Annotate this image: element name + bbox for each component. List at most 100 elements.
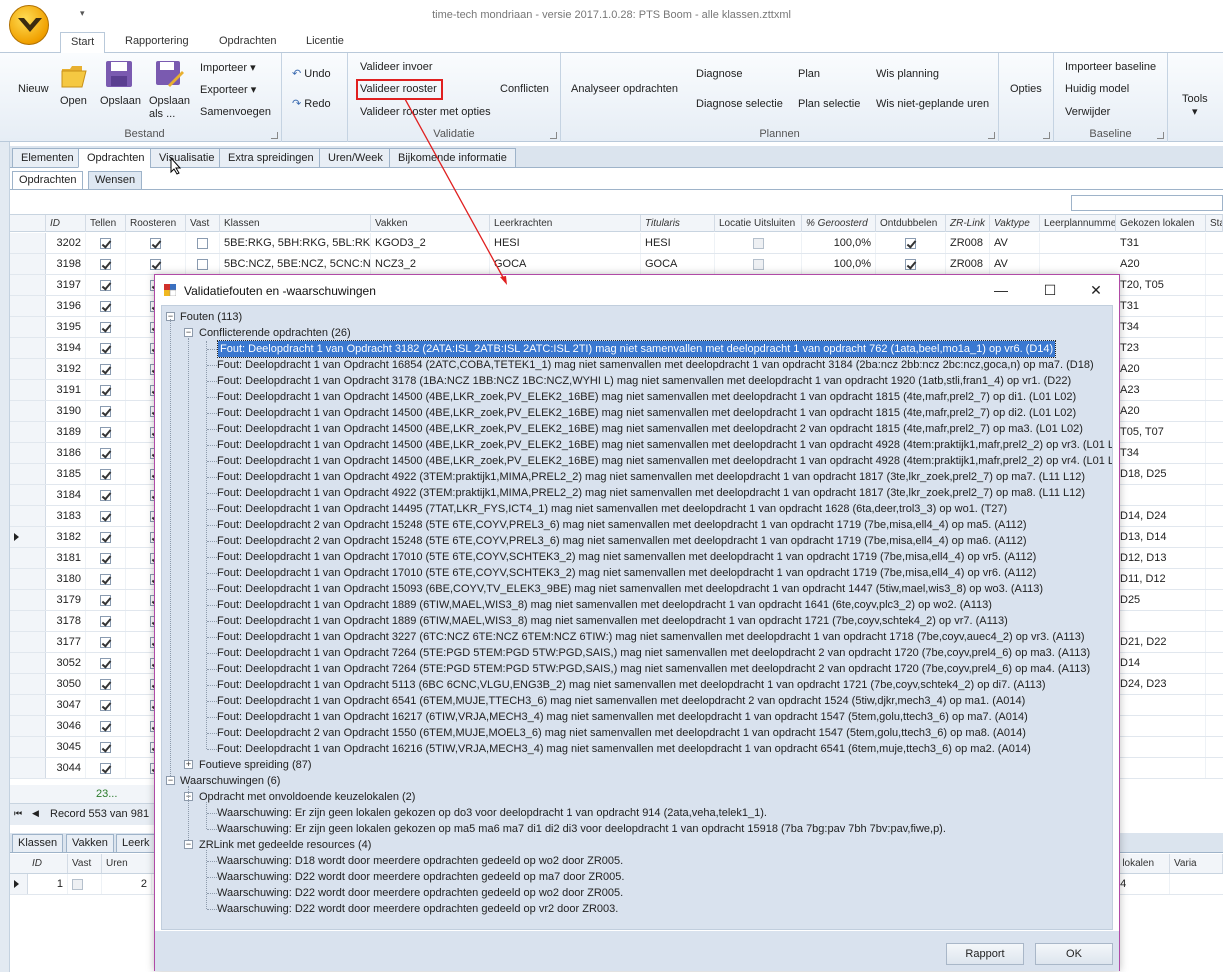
bottom-header-uren[interactable]: Uren [102,854,162,873]
diagnose-button[interactable]: Diagnose [696,68,742,80]
app-logo-icon[interactable] [9,5,49,45]
checkbox[interactable] [100,699,111,711]
checkbox[interactable] [150,237,161,249]
checkbox[interactable] [100,678,111,690]
tree-node-warning[interactable]: Waarschuwing: D22 wordt door meerdere op… [217,885,623,901]
row-indicator[interactable] [10,695,46,715]
checkbox[interactable] [100,615,111,627]
row-indicator[interactable] [10,527,46,547]
row-indicator[interactable] [10,275,46,295]
cell-tellen[interactable] [86,548,126,568]
row-indicator[interactable] [10,632,46,652]
row-indicator[interactable] [10,611,46,631]
row-indicator[interactable] [10,485,46,505]
checkbox[interactable] [100,447,111,459]
tree-node-foutieve-spreiding[interactable]: Foutieve spreiding (87) [199,757,312,773]
header-geroosterd[interactable]: % Geroosterd [802,215,876,232]
tree-node-error[interactable]: Fout: Deelopdracht 2 van Opdracht 1550 (… [217,725,1026,741]
checkbox[interactable] [100,762,111,774]
analyseer-opdrachten-button[interactable]: Analyseer opdrachten [571,83,678,95]
opties-launcher-icon[interactable] [1043,132,1050,139]
verwijder-button[interactable]: Verwijder [1065,106,1110,118]
tab-elementen[interactable]: Elementen [12,148,83,168]
tree-node-error[interactable]: Fout: Deelopdracht 1 van Opdracht 7264 (… [217,645,1090,661]
tree-node-error[interactable]: Fout: Deelopdracht 1 van Opdracht 14500 … [217,421,1083,437]
cell-tellen[interactable] [86,632,126,652]
tree-node-fouten[interactable]: Fouten (113) [180,309,242,325]
checkbox[interactable] [100,594,111,606]
opslaan-als-button[interactable]: Opslaan als ... [149,95,197,121]
tree-node-error[interactable]: Fout: Deelopdracht 1 van Opdracht 15093 … [217,581,1043,597]
cell-vast[interactable] [186,254,220,274]
samenvoegen-button[interactable]: Samenvoegen [200,106,271,118]
checkbox[interactable] [197,237,208,249]
cell-tellen[interactable] [86,359,126,379]
row-indicator[interactable] [10,380,46,400]
cell-tellen[interactable] [86,653,126,673]
tree-node-waarschuwingen[interactable]: Waarschuwingen (6) [180,773,280,789]
checkbox[interactable] [905,237,916,249]
ok-button[interactable]: OK [1035,943,1113,965]
undo-button[interactable]: ↶ Undo [292,67,331,80]
cell-tellen[interactable] [86,296,126,316]
minimize-icon[interactable]: — [991,280,1011,300]
cell-roosteren[interactable] [126,233,186,253]
checkbox[interactable] [100,636,111,648]
bottom-header-vast[interactable]: Vast [68,854,102,873]
checkbox[interactable] [100,405,111,417]
row-indicator[interactable] [10,317,46,337]
row-indicator[interactable] [10,653,46,673]
row-indicator[interactable] [10,254,46,274]
checkbox[interactable] [100,552,111,564]
cell-tellen[interactable] [86,422,126,442]
row-indicator[interactable] [10,506,46,526]
checkbox[interactable] [100,657,111,669]
cell-roosteren[interactable] [126,254,186,274]
cell-tellen[interactable] [86,737,126,757]
table-row[interactable]: 3198 5BC:NCZ, 5BE:NCZ, 5CNC:N NCZ3_2 GOCA GO… [10,254,1223,275]
plan-selectie-button[interactable]: Plan selectie [798,98,860,110]
row-indicator[interactable] [10,443,46,463]
close-icon[interactable]: ✕ [1086,280,1106,300]
header-tellen[interactable]: Tellen [86,215,126,232]
header-klassen[interactable]: Klassen [220,215,371,232]
importeer-dropdown[interactable]: Importeer ▾ [200,61,256,74]
tree-node-warning[interactable]: Waarschuwing: D18 wordt door meerdere op… [217,853,623,869]
importeer-baseline-button[interactable]: Importeer baseline [1065,61,1156,73]
nav-first-icon[interactable]: ⏮ [14,808,22,819]
tree-node-error[interactable]: Fout: Deelopdracht 2 van Opdracht 15248 … [217,517,1027,533]
header-vakken[interactable]: Vakken [371,215,490,232]
cell-tellen[interactable] [86,401,126,421]
tree-node-error[interactable]: Fout: Deelopdracht 1 van Opdracht 17010 … [217,549,1036,565]
tree-node-error[interactable]: Fout: Deelopdracht 1 van Opdracht 5113 (… [217,677,1046,693]
checkbox[interactable] [905,258,916,270]
huidig-model-button[interactable]: Huidig model [1065,83,1129,95]
header-id[interactable]: ID [46,215,86,232]
checkbox[interactable] [100,342,111,354]
tree-node-warning[interactable]: Waarschuwing: D22 wordt door meerdere op… [217,869,624,885]
row-indicator[interactable] [10,464,46,484]
cell-tellen[interactable] [86,527,126,547]
subtab-wensen[interactable]: Wensen [88,171,143,190]
tree-node-zrlink[interactable]: ZRLink met gedeelde resources (4) [199,837,371,853]
cell-tellen[interactable] [86,590,126,610]
tab-bijkomende-informatie[interactable]: Bijkomende informatie [389,148,516,168]
open-button[interactable]: Open [60,95,87,107]
checkbox[interactable] [100,279,111,291]
valideer-invoer-button[interactable]: Valideer invoer [360,61,433,73]
cell-tellen[interactable] [86,254,126,274]
cell-ontdubbelen[interactable] [876,254,946,274]
tree-node-error[interactable]: Fout: Deelopdracht 1 van Opdracht 3227 (… [217,629,1085,645]
cell-locatie-uitsluiten[interactable] [715,233,802,253]
tree-node-warning[interactable]: Waarschuwing: Er zijn geen lokalen gekoz… [217,821,946,837]
bottom-header-id[interactable]: ID [28,854,68,873]
header-titularis[interactable]: Titularis [641,215,715,232]
diagnose-selectie-button[interactable]: Diagnose selectie [696,98,783,110]
header-gekozen-lokalen[interactable]: Gekozen lokalen [1116,215,1206,232]
header-leerkrachten[interactable]: Leerkrachten [490,215,641,232]
checkbox[interactable] [197,258,208,270]
tree-node-error[interactable]: Fout: Deelopdracht 1 van Opdracht 1889 (… [217,613,1008,629]
bottom-tab-klassen[interactable]: Klassen [12,834,64,853]
tree-node-error[interactable]: Fout: Deelopdracht 1 van Opdracht 16217 … [217,709,1028,725]
cell-tellen[interactable] [86,569,126,589]
